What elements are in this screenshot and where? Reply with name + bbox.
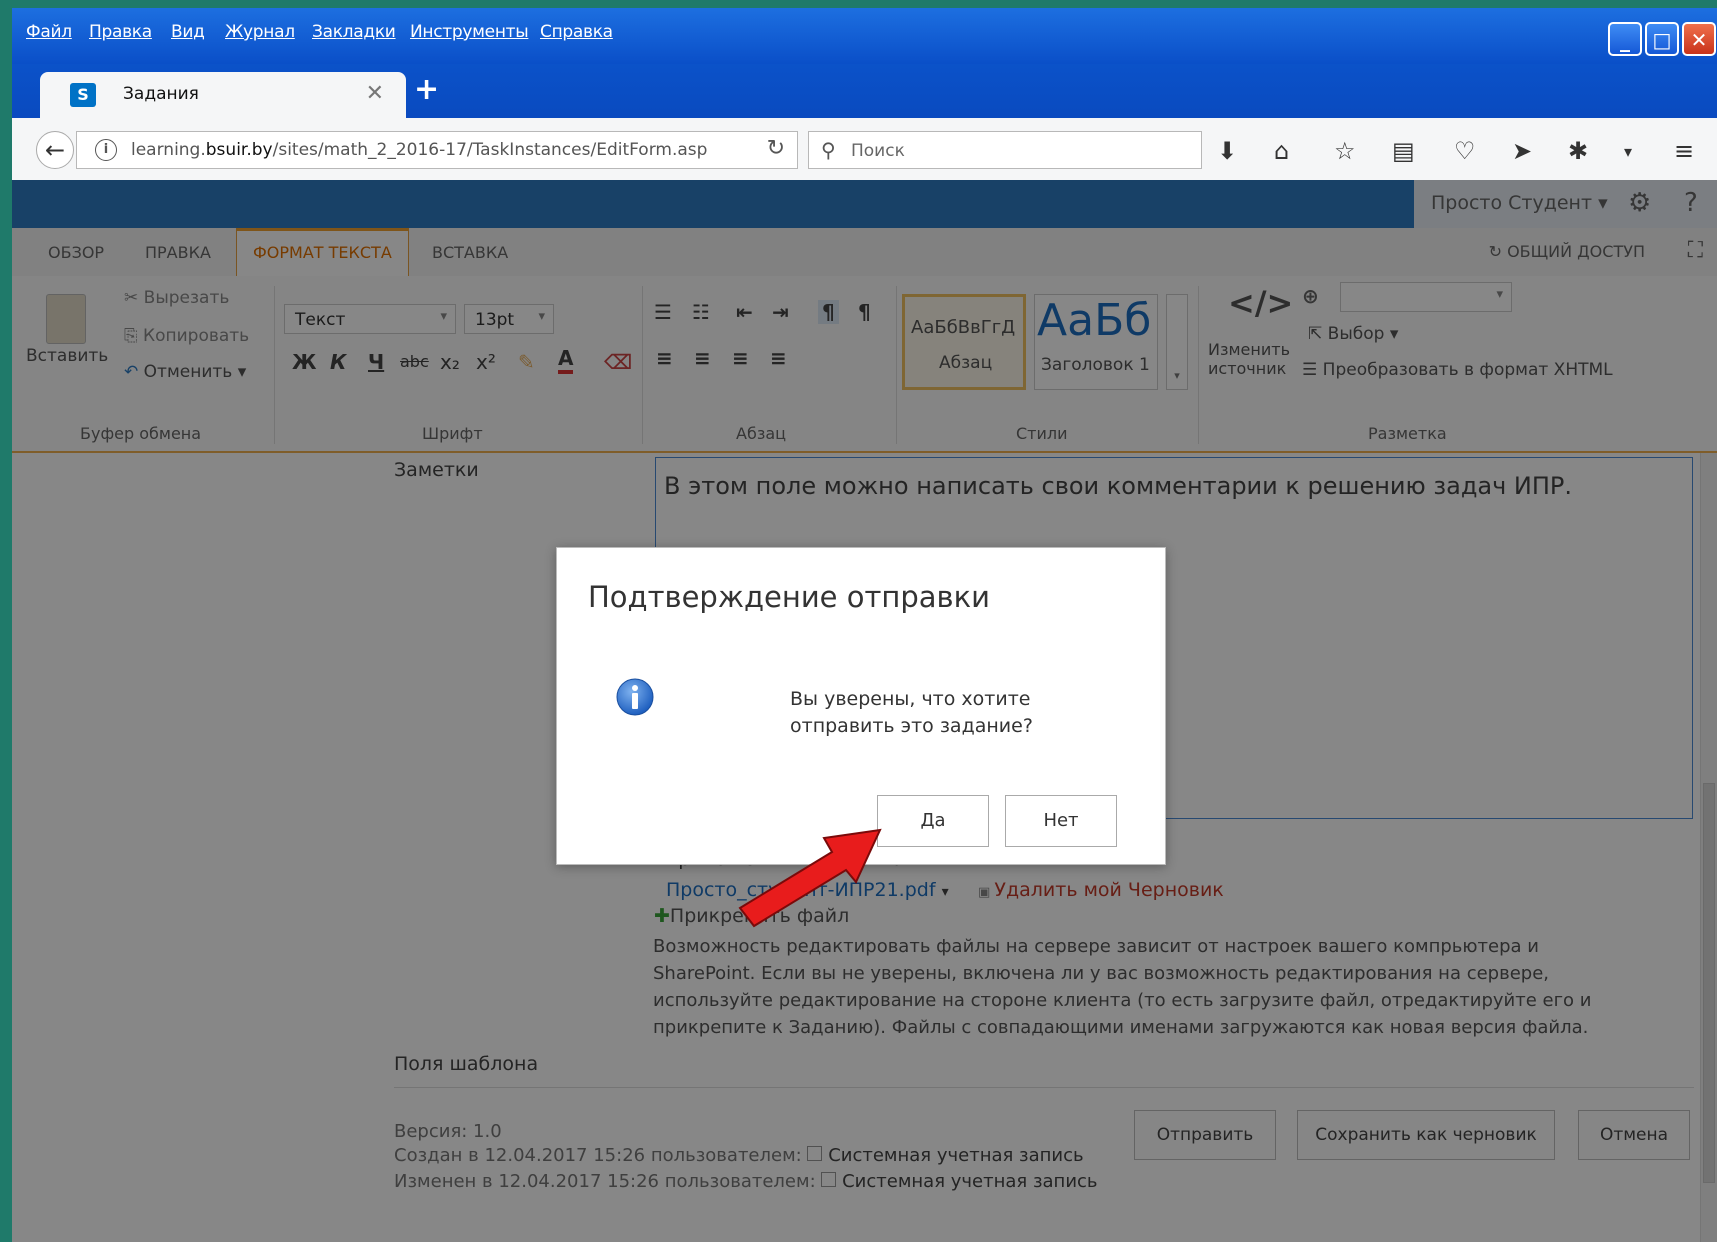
sharepoint-logo-icon: S [70, 83, 96, 107]
menu-file[interactable]: Файл [26, 22, 72, 42]
extension-icon[interactable]: ✱ [1568, 137, 1588, 165]
minimize-button[interactable]: _ [1608, 22, 1642, 56]
annotation-arrow-icon [738, 828, 882, 928]
dialog-message-line1: Вы уверены, что хотите [790, 688, 1031, 710]
home-icon[interactable]: ⌂ [1274, 137, 1289, 165]
reading-list-icon[interactable]: ▤ [1392, 137, 1415, 165]
menu-edit[interactable]: Правка [89, 22, 152, 42]
menu-tools[interactable]: Инструменты [410, 22, 529, 42]
search-placeholder: Поиск [851, 141, 905, 161]
back-button[interactable]: ← [36, 131, 74, 169]
site-info-icon[interactable]: i [95, 139, 117, 161]
menu-help[interactable]: Справка [540, 22, 613, 42]
yes-button[interactable]: Да [877, 795, 989, 847]
dialog-message-line2: отправить это задание? [790, 715, 1033, 737]
new-tab-icon[interactable]: + [414, 72, 439, 107]
url-text: learning.bsuir.by/sites/math_2_2016-17/T… [131, 140, 707, 160]
browser-tab-tasks[interactable]: S Задания ✕ [40, 72, 406, 118]
navigation-bar: i learning.bsuir.by/sites/math_2_2016-17… [12, 118, 1717, 181]
close-tab-icon[interactable]: ✕ [366, 81, 384, 106]
tab-title: Задания [123, 84, 199, 104]
search-box[interactable]: ⚲ Поиск [808, 131, 1202, 169]
address-bar[interactable]: i learning.bsuir.by/sites/math_2_2016-17… [76, 131, 798, 169]
maximize-button[interactable]: □ [1645, 22, 1679, 56]
close-window-button[interactable]: ✕ [1682, 22, 1716, 56]
download-icon[interactable]: ⬇ [1217, 137, 1237, 165]
info-icon [616, 678, 654, 716]
search-icon: ⚲ [821, 138, 836, 162]
hamburger-menu-icon[interactable]: ≡ [1674, 137, 1694, 165]
url-path: /sites/math_2_2016-17/TaskInstances/Edit… [272, 140, 708, 160]
menu-view[interactable]: Вид [171, 22, 205, 42]
url-host: bsuir.by [205, 140, 273, 160]
bookmark-star-icon[interactable]: ☆ [1334, 137, 1356, 165]
dialog-title: Подтверждение отправки [588, 580, 990, 614]
pocket-icon[interactable]: ♡ [1454, 137, 1476, 165]
no-button[interactable]: Нет [1005, 795, 1117, 847]
menu-history[interactable]: Журнал [225, 22, 295, 42]
tab-strip: S Задания ✕ + [12, 64, 1717, 118]
menu-bookmarks[interactable]: Закладки [312, 22, 396, 42]
url-prefix: learning. [131, 140, 206, 160]
dialog-message: Вы уверены, что хотите отправить это зад… [790, 686, 1033, 740]
send-icon[interactable]: ➤ [1512, 137, 1532, 165]
reload-icon[interactable]: ↻ [767, 136, 785, 161]
menu-bar: Файл Правка Вид Журнал Закладки Инструме… [12, 8, 1717, 64]
toolbar-dropdown-icon[interactable]: ▾ [1624, 142, 1632, 161]
